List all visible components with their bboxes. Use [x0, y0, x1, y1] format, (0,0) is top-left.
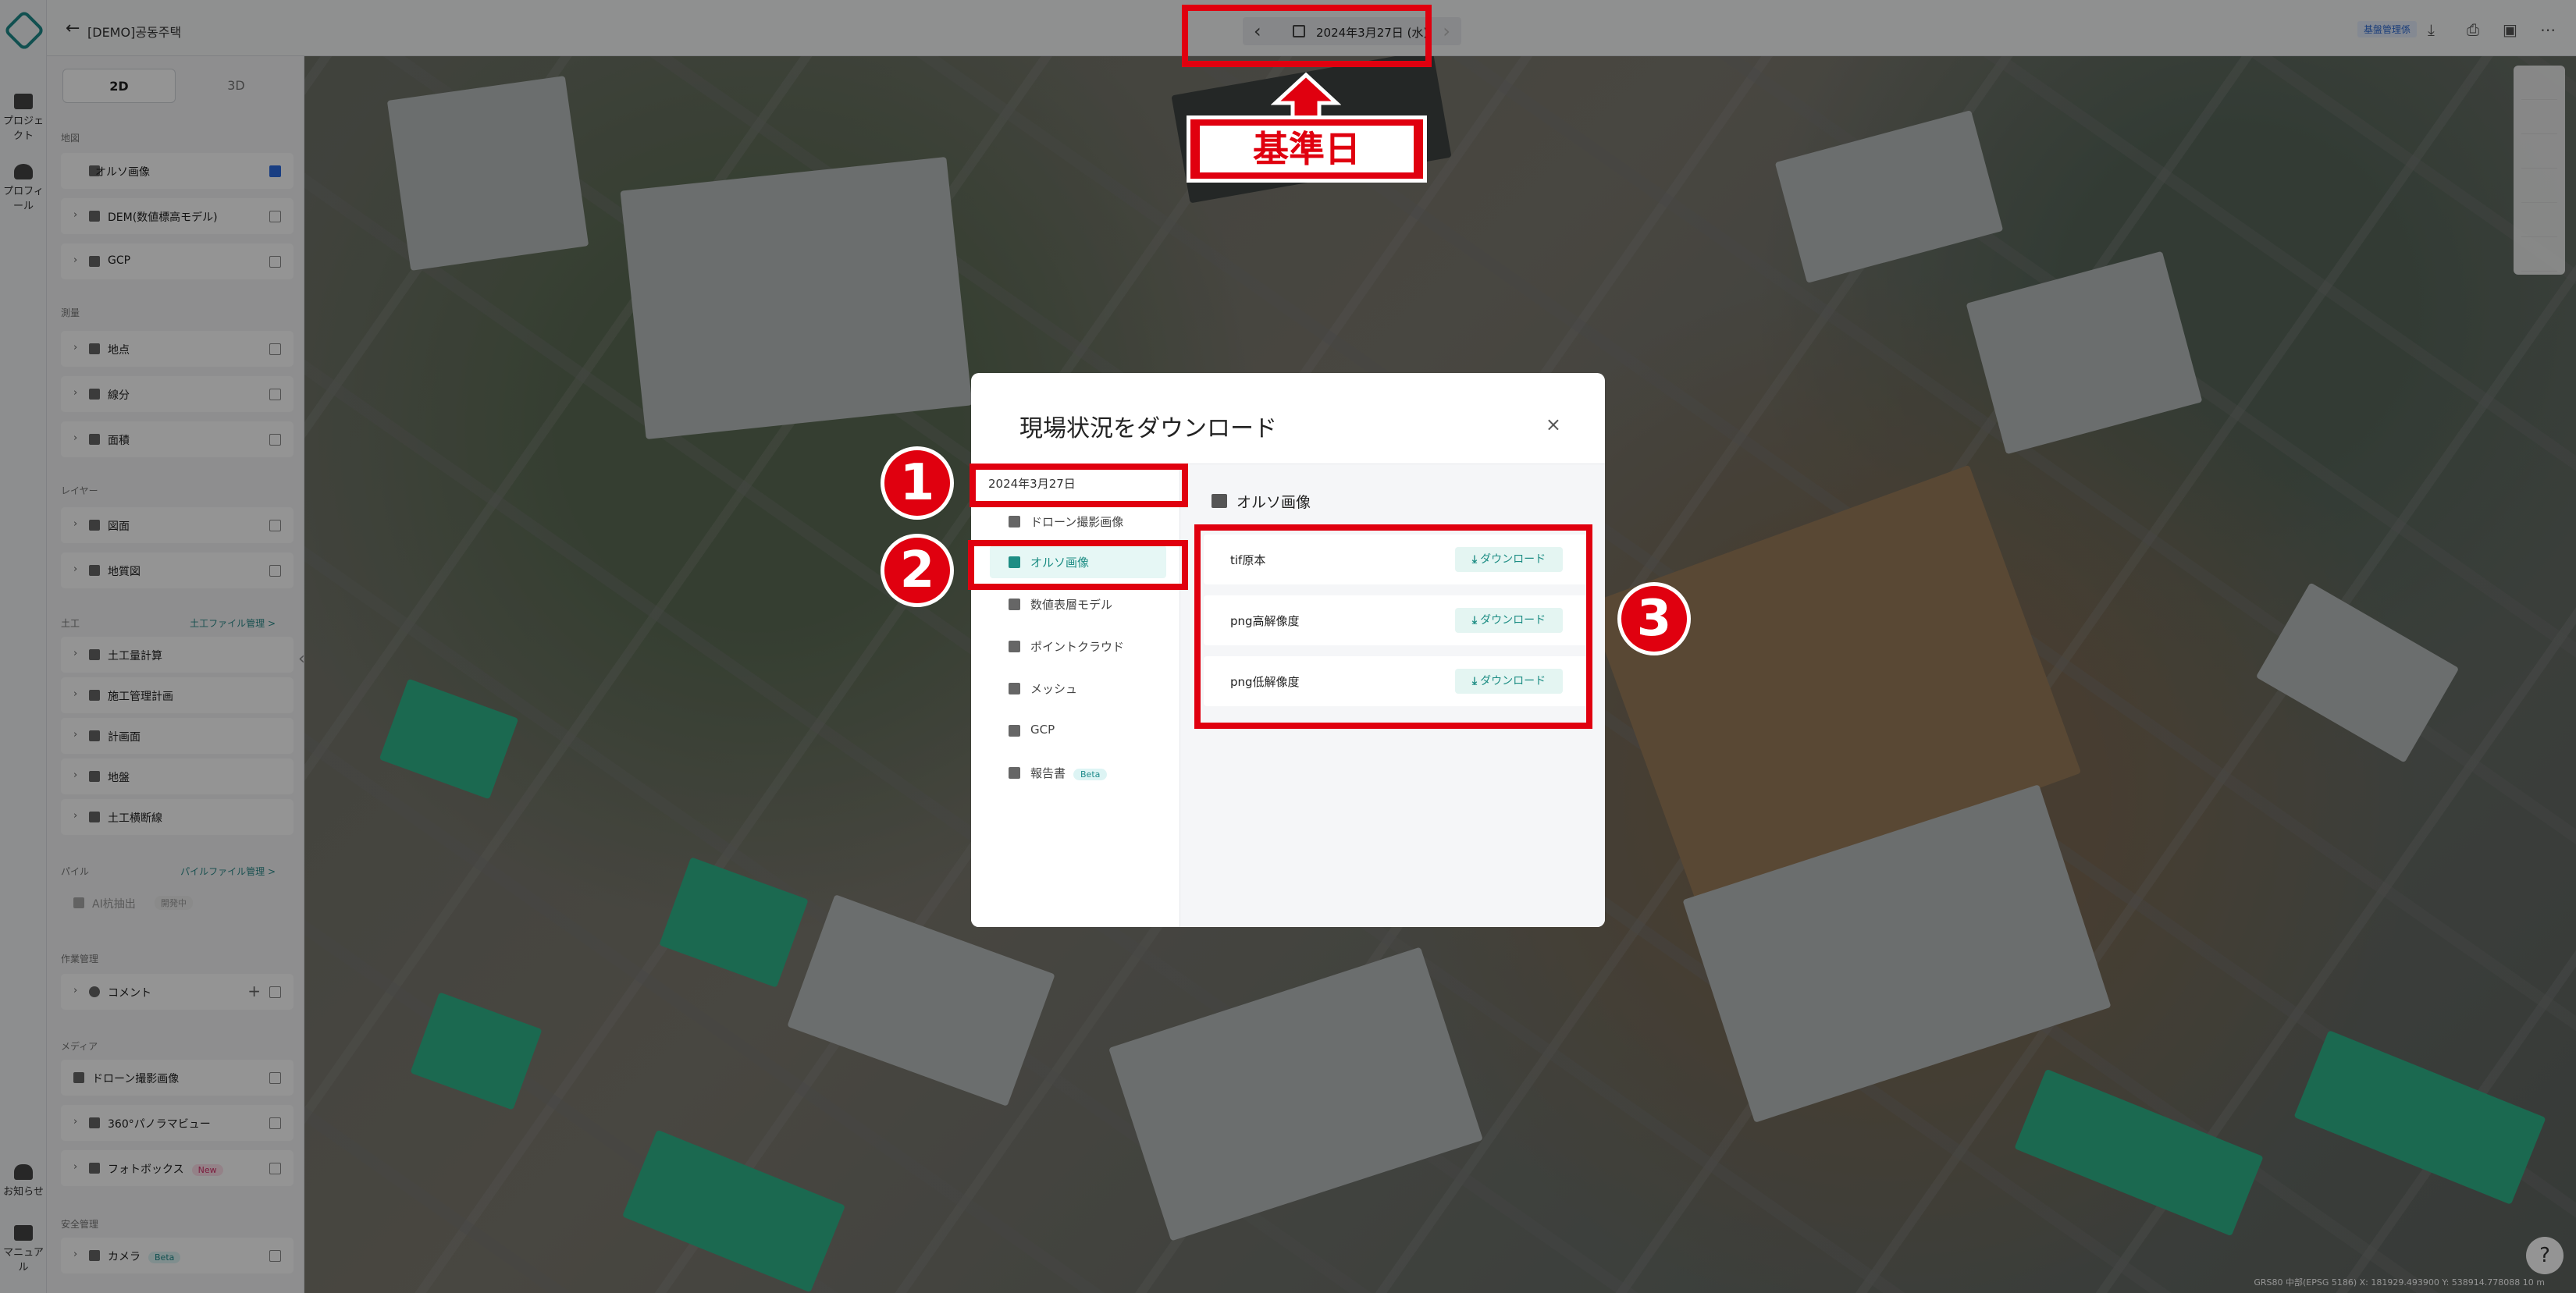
modal-title: 現場状況をダウンロード — [1019, 415, 1277, 442]
menu-item-dsm[interactable]: 数値表層モデル — [990, 588, 1166, 620]
menu-item-label: ポイントクラウド — [1030, 640, 1125, 654]
menu-item-pointcloud[interactable]: ポイントクラウド — [990, 630, 1166, 662]
menu-item-label: GCP — [1030, 723, 1055, 737]
mesh-cube-icon — [1009, 683, 1020, 694]
annotation-box-date-header — [970, 464, 1188, 507]
annotation-callout: 基準日 — [1187, 115, 1427, 183]
annotation-up-arrow-icon — [1271, 72, 1341, 120]
terrain-icon — [1009, 599, 1020, 610]
menu-item-label: 報告書 Beta — [1030, 765, 1108, 781]
annotation-box-date — [1182, 5, 1432, 67]
annotation-callout-text: 基準日 — [1200, 126, 1414, 172]
report-text: 報告書 — [1030, 766, 1066, 780]
menu-item-gcp[interactable]: GCP — [990, 714, 1166, 747]
menu-item-label: ドローン撮影画像 — [1030, 515, 1124, 529]
pointcloud-icon — [1009, 641, 1020, 652]
menu-item-mesh[interactable]: メッシュ — [990, 672, 1166, 705]
annotation-number-2: 2 — [881, 534, 954, 607]
annotation-box-ortho — [968, 540, 1188, 590]
beta-badge: Beta — [1073, 769, 1108, 780]
menu-item-report[interactable]: 報告書 Beta — [990, 756, 1166, 789]
panel-title: オルソ画像 — [1236, 494, 1311, 511]
annotation-box-downloads — [1194, 524, 1592, 729]
image-icon — [1009, 516, 1020, 528]
close-icon[interactable]: × — [1546, 414, 1561, 435]
data-type-menu: 2024年3月27日 ドローン撮影画像 オルソ画像 数値表層モデル ポイントクラ… — [971, 464, 1180, 927]
menu-item-label: 数値表層モデル — [1030, 598, 1113, 612]
annotation-number-3: 3 — [1617, 582, 1691, 655]
image-icon — [1212, 494, 1227, 508]
gcp-icon — [1009, 725, 1020, 737]
report-icon — [1009, 767, 1020, 779]
menu-item-drone-image[interactable]: ドローン撮影画像 — [990, 505, 1166, 538]
menu-item-label: メッシュ — [1030, 682, 1078, 696]
annotation-number-1: 1 — [881, 446, 954, 520]
